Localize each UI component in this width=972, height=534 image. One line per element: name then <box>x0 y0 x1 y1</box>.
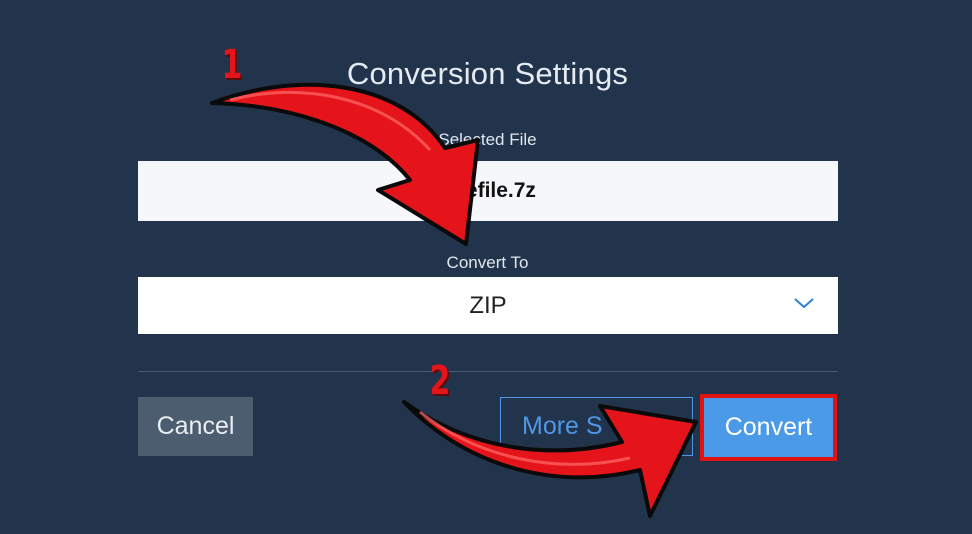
step-2-number: 2 <box>429 358 451 404</box>
divider <box>138 371 838 372</box>
dialog-title: Conversion Settings <box>346 56 629 91</box>
selected-file-value: lefile.7z <box>460 179 536 202</box>
conversion-settings-dialog: Conversion Settings Selected File lefile… <box>0 0 972 534</box>
convert-to-select[interactable]: ZIP <box>138 277 838 334</box>
selected-file-label: Selected File <box>438 130 537 149</box>
more-settings-button[interactable]: More S <box>500 397 693 456</box>
chevron-down-icon <box>794 298 814 309</box>
convert-to-label: Convert To <box>446 253 529 272</box>
convert-button[interactable]: Convert <box>700 394 837 461</box>
cancel-button[interactable]: Cancel <box>138 397 253 456</box>
convert-to-value: ZIP <box>469 291 507 319</box>
selected-file-field: lefile.7z <box>138 161 838 221</box>
convert-button-label: Convert <box>704 398 833 457</box>
step-1-number: 1 <box>221 42 243 88</box>
